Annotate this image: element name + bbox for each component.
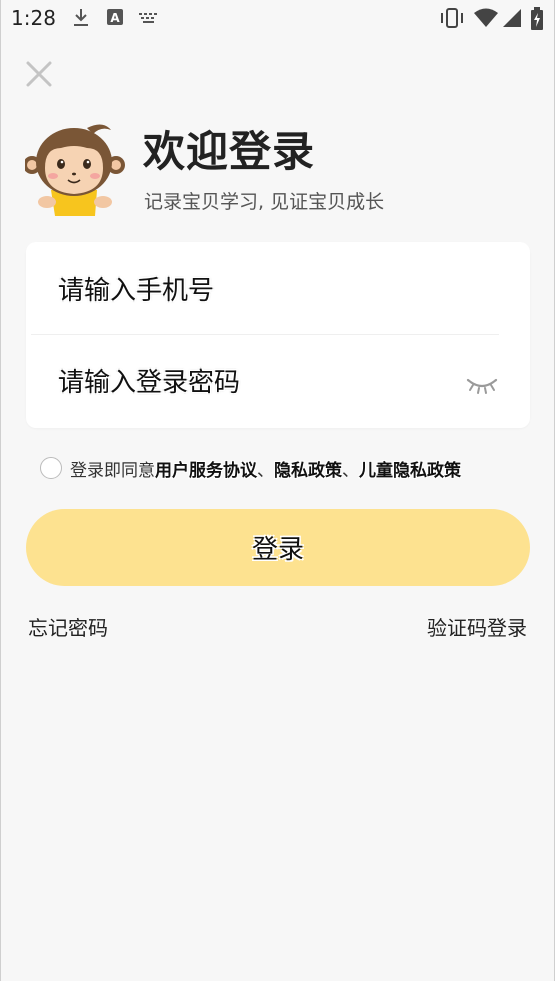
agreement-separator: 、: [257, 460, 274, 481]
agreement-row: 登录即同意 用户服务协议 、 隐私政策 、 儿童隐私政策: [40, 454, 461, 482]
sms-login-link[interactable]: 验证码登录: [427, 612, 527, 641]
password-field-wrapper: [56, 352, 496, 414]
login-form-card: [26, 242, 530, 428]
status-bar: 1:28 A: [1, 0, 555, 36]
agreement-separator: 、: [342, 460, 359, 481]
download-icon: [74, 9, 88, 26]
vibrate-icon: [441, 8, 463, 28]
monkey-mascot-icon: [25, 124, 125, 216]
screen: 1:28 A 欢迎登录 记录宝贝学习, 见证宝贝成长 请输入手机号 登录即同意 …: [0, 0, 555, 981]
keyboard-icon: [139, 13, 157, 23]
text-a-icon: A: [107, 9, 123, 25]
close-button[interactable]: [23, 58, 55, 90]
password-input[interactable]: [56, 352, 460, 414]
page-subtitle: 记录宝贝学习, 见证宝贝成长: [144, 191, 385, 213]
forgot-password-link[interactable]: 忘记密码: [28, 612, 108, 641]
agreement-prefix: 登录即同意: [70, 460, 155, 481]
phone-input[interactable]: [56, 260, 460, 322]
eye-closed-icon[interactable]: [465, 372, 499, 396]
battery-charging-icon: [531, 7, 543, 30]
field-divider: [31, 334, 499, 335]
login-button[interactable]: 登录: [26, 509, 530, 586]
child-privacy-policy-link[interactable]: 儿童隐私政策: [359, 456, 461, 481]
wifi-icon: [474, 8, 498, 27]
status-time: 1:28: [11, 6, 56, 30]
agreement-checkbox[interactable]: [40, 457, 62, 479]
signal-icon: [503, 9, 521, 27]
page-title: 欢迎登录: [143, 127, 316, 176]
phone-field-wrapper: [56, 260, 496, 322]
privacy-policy-link[interactable]: 隐私政策: [274, 456, 342, 481]
svg-text:A: A: [110, 11, 120, 25]
user-agreement-link[interactable]: 用户服务协议: [155, 456, 257, 481]
